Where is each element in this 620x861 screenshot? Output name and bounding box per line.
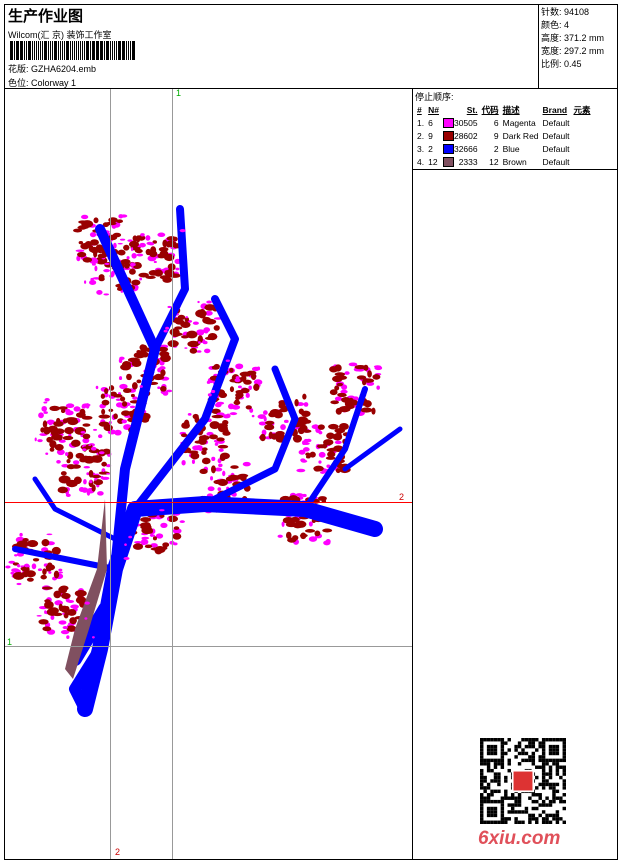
guide-vertical-2 bbox=[110, 89, 111, 859]
company-name: Wilcom(汇 京) 装饰工作室 bbox=[8, 30, 112, 40]
color-row: 3. 2 32666 2 Blue Default bbox=[417, 143, 570, 154]
col-needle: N# bbox=[428, 104, 439, 115]
col-code: 代码 bbox=[481, 104, 499, 115]
guide-label: 1 bbox=[176, 88, 182, 98]
qr-code bbox=[480, 738, 566, 824]
watermark: 6xiu.com bbox=[478, 828, 561, 849]
stat-colors: 颜色: 4 bbox=[541, 20, 570, 30]
col-element: 元素 bbox=[573, 104, 591, 115]
guide-label: 2 bbox=[399, 492, 405, 502]
stat-width: 宽度: 297.2 mm bbox=[541, 46, 605, 56]
col-index: # bbox=[417, 104, 422, 115]
stats-box: 针数: 94108 颜色: 4 高度: 371.2 mm 宽度: 297.2 m… bbox=[538, 4, 618, 89]
color-row: 2. 9 28602 9 Dark Red Default bbox=[417, 130, 570, 141]
color-row: 1. 6 30505 6 Magenta Default bbox=[417, 117, 570, 128]
guide-horizontal-1 bbox=[5, 646, 412, 647]
design-file: 花版: GZHA6204.emb bbox=[8, 64, 97, 74]
page-title: 生产作业图 bbox=[8, 8, 84, 25]
stop-sequence-title: 停止顺序: bbox=[415, 92, 454, 102]
col-brand: Brand bbox=[542, 104, 568, 115]
guide-label: 1 bbox=[7, 637, 13, 647]
color-swatch bbox=[442, 130, 454, 141]
color-swatch bbox=[442, 117, 454, 128]
stat-stitches: 针数: 94108 bbox=[541, 7, 590, 17]
embroidery-preview bbox=[5, 205, 403, 717]
color-row: 4. 12 2333 12 Brown Default bbox=[417, 156, 570, 167]
col-desc: 描述 bbox=[502, 104, 520, 115]
header: 生产作业图 Wilcom(汇 京) 装饰工作室 花版: GZHA6204.emb… bbox=[4, 4, 618, 89]
stat-scale: 比例: 0.45 bbox=[541, 59, 582, 69]
guide-horizontal-2 bbox=[5, 502, 412, 503]
stat-height: 高度: 371.2 mm bbox=[541, 33, 605, 43]
col-stitches: St. bbox=[466, 104, 478, 115]
stop-sequence-panel: 停止顺序: # N# St. 代码 描述 Brand 元素 1. 6 30505 … bbox=[412, 89, 618, 170]
design-area: 1 2 1 2 bbox=[5, 88, 412, 859]
colorway: 色位: Colorway 1 bbox=[8, 78, 77, 88]
color-swatch bbox=[442, 156, 454, 167]
guide-label: 2 bbox=[115, 847, 121, 857]
barcode bbox=[10, 41, 135, 60]
color-table: # N# St. 代码 描述 Brand 元素 1. 6 30505 6 Magen… bbox=[415, 103, 592, 168]
divider bbox=[412, 170, 413, 860]
color-swatch bbox=[442, 143, 454, 154]
guide-vertical-1 bbox=[172, 89, 173, 859]
